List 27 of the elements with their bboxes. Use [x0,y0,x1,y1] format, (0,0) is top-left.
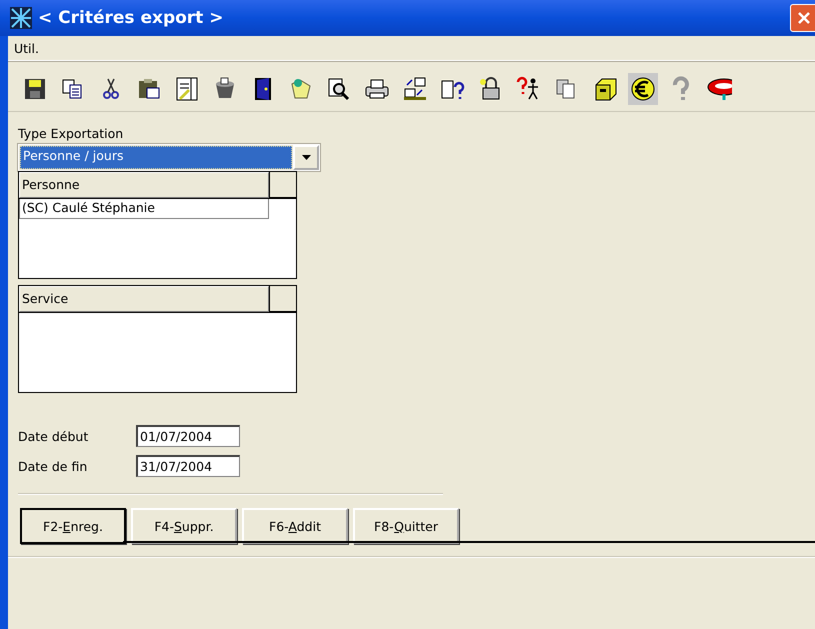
euro-icon [630,76,656,102]
column-header[interactable]: Service [19,286,269,312]
notepad-icon [174,76,200,102]
date-field[interactable]: 31/07/2004 [136,455,240,477]
function-button[interactable]: F6-Addit [242,508,348,544]
function-button[interactable]: F4-Suppr. [131,508,237,544]
field-label: Type Exportation [18,126,124,141]
close-button[interactable] [790,4,815,32]
menu-item[interactable]: Util. [11,40,42,56]
caret-icon [302,155,310,160]
dropdown-button[interactable] [293,145,319,170]
app-icon [10,7,32,29]
type-dropdown[interactable]: Personne / jours [18,144,320,171]
function-button[interactable]: F2-Enreg. [20,508,126,544]
computers-icon [402,76,428,102]
date-field[interactable]: 01/07/2004 [136,425,240,447]
magnifier-document-icon [326,76,352,102]
date-label: Date début [18,428,90,444]
close-icon [797,11,811,25]
column-header[interactable]: Personne [19,172,269,198]
function-button[interactable]: F8-Quitter [353,508,459,544]
date-label: Date de fin [18,458,88,474]
toolbar-button[interactable] [628,73,658,105]
grid-row[interactable]: (SC) Caulé Stéphanie [19,199,269,219]
save-icon [22,76,48,102]
lifebuoy-icon [706,76,732,102]
window-title: < Critéres export > [38,8,224,28]
